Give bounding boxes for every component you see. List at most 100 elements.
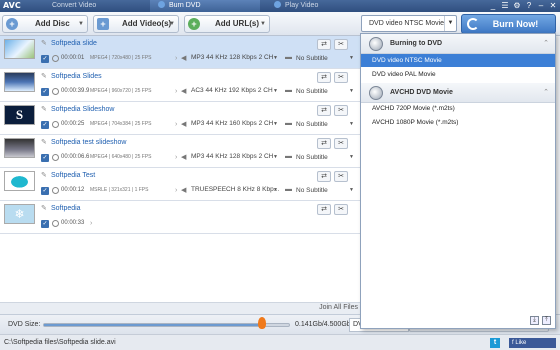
file-checkbox[interactable]: ✓ [41, 88, 49, 96]
file-checkbox[interactable]: ✓ [41, 187, 49, 195]
file-checkbox[interactable]: ✓ [41, 121, 49, 129]
file-checkbox[interactable]: ✓ [41, 220, 49, 228]
option-dvd-pal[interactable]: DVD video PAL Movie [361, 68, 555, 81]
file-row[interactable]: ✎ Softpedia Slides ✓ 00:00:39.9 MPEG4 | … [0, 69, 360, 102]
cut-icon[interactable]: ✂ [334, 171, 348, 182]
file-name[interactable]: Softpedia Slideshow [51, 106, 114, 113]
file-name[interactable]: Softpedia slide [51, 40, 97, 47]
menu-icon[interactable]: ☰ [500, 0, 510, 12]
file-row[interactable]: ✎ Softpedia slide ✓ 00:00:01 MPEG4 | 720… [0, 36, 360, 69]
cut-icon[interactable]: ✂ [334, 105, 348, 116]
output-format-select[interactable]: DVD video NTSC Movie ▼ [361, 15, 457, 32]
group-avchd-dvd-movie[interactable]: AVCHD DVD Movie ⌃ [361, 83, 555, 103]
chevron-up-icon[interactable]: ⌃ [543, 39, 549, 47]
file-checkbox[interactable]: ✓ [41, 154, 49, 162]
audio-track-select[interactable]: MP3 44 KHz 128 Kbps 2 CH [191, 153, 273, 160]
audio-track-select[interactable]: MP3 44 KHz 160 Kbps 2 CH [191, 120, 273, 127]
status-bar: C:\Softpedia files\Softpedia slide.avi t… [0, 334, 560, 350]
file-row[interactable]: ❄ ✎ Softpedia ✓ 00:00:33 › ⇄ ✂ [0, 201, 360, 234]
refresh-icon[interactable]: ⇄ [317, 72, 331, 83]
chevron-down-icon[interactable]: ▼ [260, 16, 266, 32]
file-name[interactable]: Softpedia Slides [51, 73, 102, 80]
facebook-like-button[interactable]: f Like [509, 338, 556, 348]
audio-track-select[interactable]: TRUESPEECH 8 KHz 8 Kbp... [191, 186, 279, 193]
tab-burn-dvd[interactable]: Burn DVD [150, 0, 260, 12]
edit-icon[interactable]: ✎ [41, 72, 47, 80]
group-burning-to-dvd[interactable]: Burning to DVD ⌃ [361, 34, 555, 54]
burn-now-button[interactable]: Burn Now! [461, 14, 556, 34]
file-row[interactable]: ✎ Softpedia Test ✓ 00:00:12 MSRLE | 321x… [0, 168, 360, 201]
audio-track-select[interactable]: AC3 44 KHz 192 Kbps 2 CH [191, 87, 273, 94]
refresh-icon[interactable]: ⇄ [317, 39, 331, 50]
video-info: MSRLE | 321x321 | 1 FPS [90, 187, 149, 193]
add-url-icon: + [188, 18, 200, 30]
speaker-icon: ◀ [181, 121, 187, 128]
refresh-icon[interactable]: ⇄ [317, 171, 331, 182]
minimize-icon[interactable]: – [536, 0, 546, 12]
subtitle-select[interactable]: No Subtitle [296, 88, 328, 95]
chevron-down-icon[interactable]: ▼ [349, 187, 354, 193]
audio-track-select[interactable]: MP3 44 KHz 128 Kbps 2 CH [191, 54, 273, 61]
speaker-icon: ◀ [181, 154, 187, 161]
play-icon [274, 1, 281, 8]
tab-play-video[interactable]: Play Video [266, 0, 356, 12]
subtitle-select[interactable]: No Subtitle [296, 121, 328, 128]
chevron-down-icon[interactable]: ▼ [349, 154, 354, 160]
file-name[interactable]: Softpedia [51, 205, 81, 212]
chevron-down-icon[interactable]: ▼ [273, 55, 278, 61]
chevron-up-icon[interactable]: ⌃ [543, 88, 549, 96]
duration: 00:00:12 [61, 187, 85, 193]
subtitle-select[interactable]: No Subtitle [296, 187, 328, 194]
gear-icon[interactable]: ⚙ [512, 0, 522, 12]
add-urls-button[interactable]: + Add URL(s) ▼ [184, 15, 270, 33]
add-disc-button[interactable]: + Add Disc ▼ [2, 15, 88, 33]
edit-icon[interactable]: ✎ [41, 138, 47, 146]
cut-icon[interactable]: ✂ [334, 138, 348, 149]
option-avchd-1080p[interactable]: AVCHD 1080P Movie (*.m2ts) [361, 116, 555, 129]
chevron-down-icon[interactable]: ▼ [169, 16, 175, 32]
chevron-down-icon[interactable]: ▼ [78, 16, 84, 32]
file-name[interactable]: Softpedia test slideshow [51, 139, 127, 146]
chevron-right-icon: › [90, 220, 93, 227]
edit-icon[interactable]: ✎ [41, 171, 47, 179]
clock-icon [52, 187, 59, 194]
subtitle-select[interactable]: No Subtitle [296, 55, 328, 62]
file-row[interactable]: ✎ Softpedia test slideshow ✓ 00:00:06.6 … [0, 135, 360, 168]
help-icon[interactable]: ? [524, 0, 534, 12]
duration: 00:00:06.6 [61, 154, 90, 160]
file-name[interactable]: Softpedia Test [51, 172, 95, 179]
file-checkbox[interactable]: ✓ [41, 55, 49, 63]
join-all-files-checkbox[interactable]: Join All Files [319, 304, 358, 311]
cut-icon[interactable]: ✂ [334, 204, 348, 215]
chevron-down-icon[interactable]: ▼ [444, 16, 456, 31]
clock-icon [52, 88, 59, 95]
refresh-icon[interactable]: ⇄ [317, 204, 331, 215]
refresh-icon[interactable]: ⇄ [317, 105, 331, 116]
add-videos-button[interactable]: + Add Video(s) ▼ [93, 15, 179, 33]
chevron-down-icon[interactable]: ▼ [273, 154, 278, 160]
subtitle-select[interactable]: No Subtitle [296, 154, 328, 161]
minimize-to-tray-icon[interactable]: _ [488, 0, 498, 12]
twitter-icon[interactable]: t [490, 338, 500, 348]
chevron-down-icon[interactable]: ▼ [349, 88, 354, 94]
disc-icon [158, 1, 165, 8]
tab-convert-video[interactable]: Convert Video [34, 0, 124, 12]
option-dvd-ntsc[interactable]: DVD video NTSC Movie [361, 54, 555, 67]
video-thumbnail: ❄ [4, 204, 35, 224]
chevron-down-icon[interactable]: ▼ [273, 187, 278, 193]
close-icon[interactable]: ✕ [548, 0, 558, 12]
chevron-down-icon[interactable]: ▼ [273, 88, 278, 94]
chevron-down-icon[interactable]: ▼ [349, 55, 354, 61]
cut-icon[interactable]: ✂ [334, 39, 348, 50]
file-row[interactable]: S ✎ Softpedia Slideshow ✓ 00:00:25 MPEG4… [0, 102, 360, 135]
option-avchd-720p[interactable]: AVCHD 720P Movie (*.m2ts) [361, 102, 555, 115]
import-profile-icon[interactable]: ⤓ [530, 316, 539, 325]
edit-icon[interactable]: ✎ [41, 105, 47, 113]
chevron-down-icon[interactable]: ▼ [349, 121, 354, 127]
refresh-icon[interactable]: ⇄ [317, 138, 331, 149]
edit-icon[interactable]: ✎ [41, 204, 47, 212]
chevron-down-icon[interactable]: ▼ [273, 121, 278, 127]
export-profile-icon[interactable]: ⤒ [542, 316, 551, 325]
edit-icon[interactable]: ✎ [41, 39, 47, 47]
cut-icon[interactable]: ✂ [334, 72, 348, 83]
